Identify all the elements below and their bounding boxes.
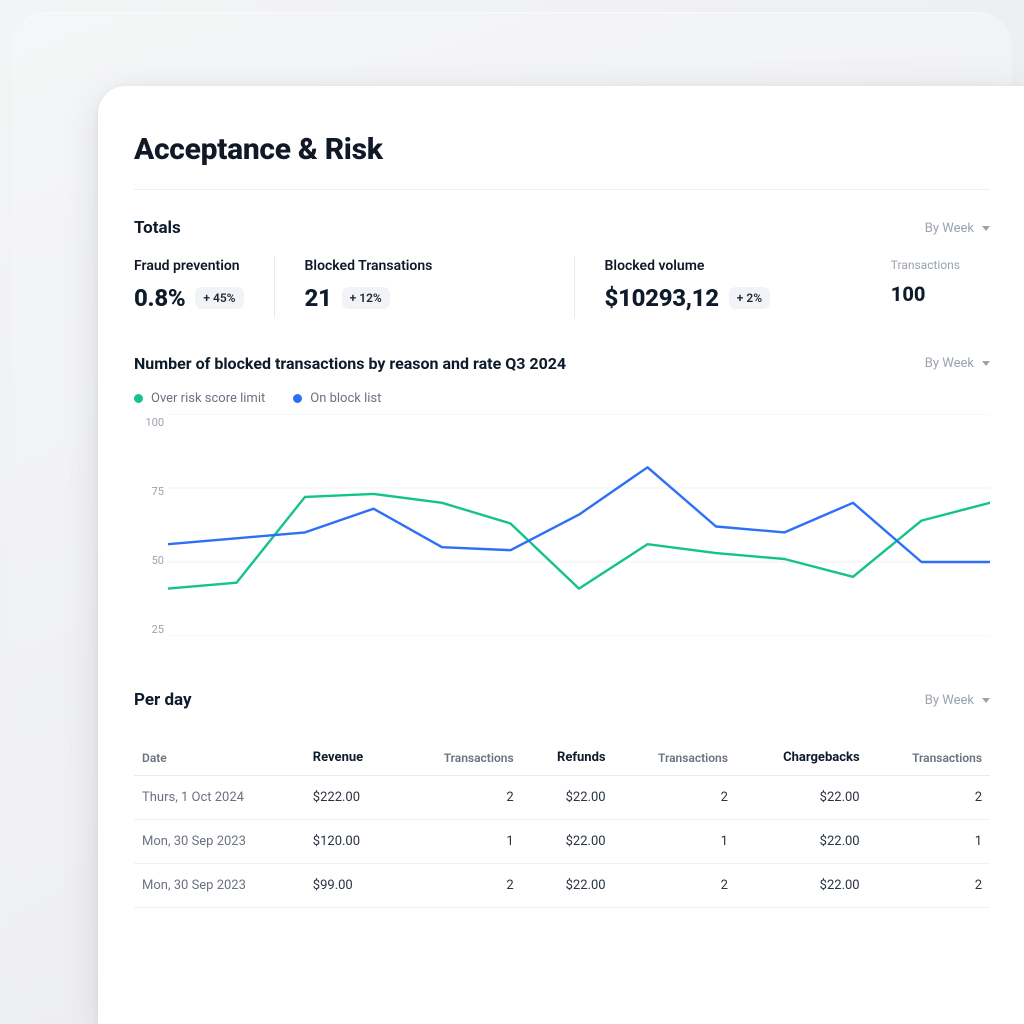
stat-blocked: Blocked Transations 21 + 12% [274, 256, 574, 318]
cell-revenue: $99.00 [305, 864, 400, 908]
table-row: Thurs, 1 Oct 2024$222.002$22.002$22.002 [134, 776, 990, 820]
stat-blocked-label: Blocked Transations [305, 258, 544, 274]
caret-down-icon [982, 698, 990, 703]
chart-yticks: 100 75 50 25 [130, 414, 164, 664]
cell-tx: 2 [399, 864, 521, 908]
totals-range-selector[interactable]: By Week [925, 221, 990, 236]
chart-range-label: By Week [925, 356, 974, 371]
chart-svg [168, 414, 990, 636]
table-header-row: Date Revenue Transactions Refunds Transa… [134, 740, 990, 776]
ytick: 100 [130, 416, 164, 429]
cell-date: Mon, 30 Sep 2023 [134, 820, 305, 864]
ytick: 75 [130, 485, 164, 498]
perday-table: Date Revenue Transactions Refunds Transa… [134, 740, 990, 908]
perday-header: Per day By Week [134, 690, 990, 710]
cell-refunds: $22.00 [522, 776, 614, 820]
chart-range-selector[interactable]: By Week [925, 356, 990, 371]
stat-fraud-delta: + 45% [195, 287, 243, 309]
stat-volume-delta: + 2% [729, 287, 770, 309]
stat-volume-label: Blocked volume [605, 258, 771, 274]
col-revenue: Revenue [305, 740, 400, 776]
cell-tx: 2 [868, 776, 990, 820]
totals-header: Totals By Week [134, 218, 990, 238]
cell-refunds: $22.00 [522, 864, 614, 908]
legend-label-b: On block list [310, 391, 381, 406]
totals-range-label: By Week [925, 221, 974, 236]
table-row: Mon, 30 Sep 2023$99.002$22.002$22.002 [134, 864, 990, 908]
cell-refunds: $22.00 [522, 820, 614, 864]
cell-revenue: $222.00 [305, 776, 400, 820]
cell-chargebacks: $22.00 [736, 864, 868, 908]
cell-date: Mon, 30 Sep 2023 [134, 864, 305, 908]
stat-tx-value: 100 [891, 282, 960, 306]
totals-stats: Fraud prevention 0.8% + 45% Blocked Tran… [134, 256, 990, 318]
table-row: Mon, 30 Sep 2023$120.001$22.001$22.001 [134, 820, 990, 864]
col-chargebacks: Chargebacks [736, 740, 868, 776]
perday-label: Per day [134, 690, 192, 710]
chart-header: Number of blocked transactions by reason… [134, 354, 990, 373]
ytick: 50 [130, 554, 164, 567]
line-chart: 100 75 50 25 [134, 414, 990, 664]
dot-icon [134, 394, 143, 403]
totals-label: Totals [134, 218, 181, 238]
caret-down-icon [982, 361, 990, 366]
stat-volume: Blocked volume $10293,12 + 2% Transactio… [574, 256, 990, 318]
chart-title: Number of blocked transactions by reason… [134, 354, 566, 373]
cell-revenue: $120.00 [305, 820, 400, 864]
col-tx3: Transactions [868, 740, 990, 776]
col-refunds: Refunds [522, 740, 614, 776]
dot-icon [293, 394, 302, 403]
cell-tx: 1 [399, 820, 521, 864]
chart-legend: Over risk score limit On block list [134, 391, 1024, 406]
perday-range-selector[interactable]: By Week [925, 693, 990, 708]
cell-tx: 2 [614, 776, 736, 820]
stat-fraud-value: 0.8% [134, 284, 185, 312]
cell-chargebacks: $22.00 [736, 776, 868, 820]
cell-tx: 1 [868, 820, 990, 864]
legend-label-a: Over risk score limit [151, 391, 265, 406]
legend-item-block-list: On block list [293, 391, 381, 406]
chart-plot [168, 414, 990, 636]
stat-volume-value: $10293,12 [605, 284, 719, 312]
cell-date: Thurs, 1 Oct 2024 [134, 776, 305, 820]
dashboard-card: Acceptance & Risk Totals By Week Fraud p… [98, 86, 1024, 1024]
stat-tx-label: Transactions [891, 258, 960, 272]
caret-down-icon [982, 226, 990, 231]
cell-tx: 2 [399, 776, 521, 820]
col-tx2: Transactions [614, 740, 736, 776]
ytick: 25 [130, 623, 164, 636]
stat-blocked-delta: + 12% [342, 287, 390, 309]
cell-chargebacks: $22.00 [736, 820, 868, 864]
perday-range-label: By Week [925, 693, 974, 708]
divider [134, 189, 990, 190]
stat-fraud-label: Fraud prevention [134, 258, 244, 274]
col-tx1: Transactions [399, 740, 521, 776]
cell-tx: 2 [614, 864, 736, 908]
col-date: Date [134, 740, 305, 776]
page-title: Acceptance & Risk [134, 132, 1024, 167]
cell-tx: 1 [614, 820, 736, 864]
stat-fraud: Fraud prevention 0.8% + 45% [134, 256, 274, 318]
cell-tx: 2 [868, 864, 990, 908]
legend-item-over-risk: Over risk score limit [134, 391, 265, 406]
stat-blocked-value: 21 [305, 284, 332, 312]
